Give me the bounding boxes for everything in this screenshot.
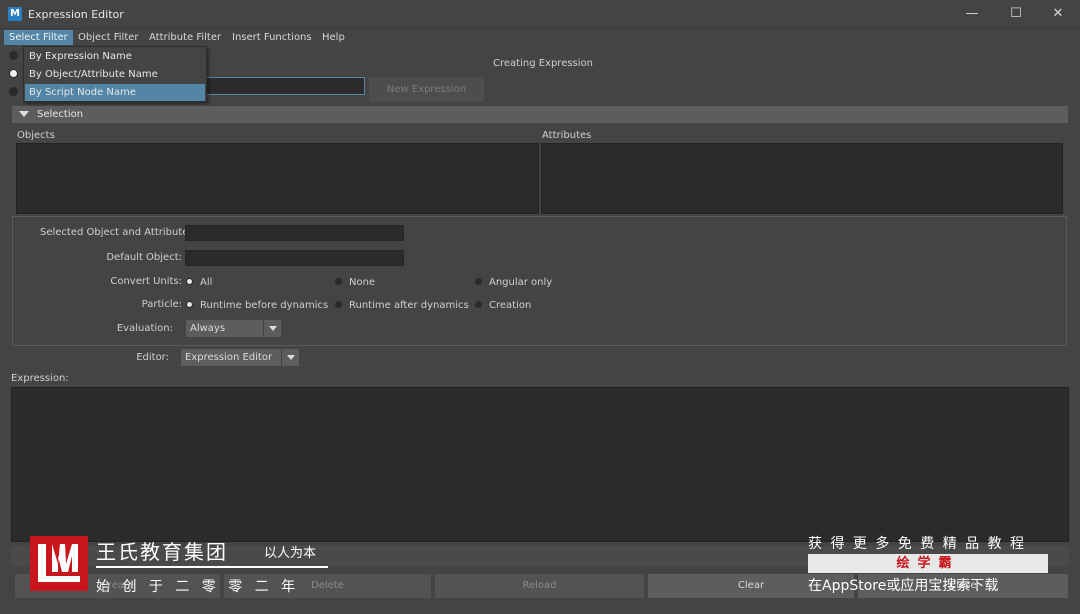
particle-before-dynamics-radio[interactable] <box>186 301 193 308</box>
particle-after-dynamics-label: Runtime after dynamics <box>349 300 469 311</box>
watermark-promo-brand: 绘学霸 <box>808 554 1048 573</box>
menu-attribute-filter[interactable]: Attribute Filter <box>144 30 226 45</box>
chevron-down-icon <box>281 349 299 366</box>
watermark-slogan: 以人为本 <box>264 546 317 561</box>
objects-list[interactable] <box>16 143 539 214</box>
default-object-label: Default Object: <box>106 252 182 263</box>
convert-units-all-label: All <box>200 277 213 288</box>
menu-select-filter[interactable]: Select Filter <box>4 30 73 45</box>
convert-units-none-label: None <box>349 277 376 288</box>
minimize-button[interactable]: — <box>962 6 982 22</box>
evaluation-value: Always <box>190 323 226 334</box>
convert-units-none-radio[interactable] <box>335 278 342 285</box>
particle-after-dynamics-radio[interactable] <box>335 301 342 308</box>
collapse-triangle-icon <box>19 111 29 117</box>
close-window-button[interactable]: ✕ <box>1048 6 1068 22</box>
title-bar: M Expression Editor — ☐ ✕ <box>0 0 1080 29</box>
watermark-divider <box>96 566 328 568</box>
selection-section-label: Selection <box>37 109 84 120</box>
evaluation-label: Evaluation: <box>116 323 173 334</box>
chevron-down-icon <box>263 320 281 337</box>
expression-name-input[interactable] <box>205 77 365 95</box>
expression-label: Expression: <box>11 373 69 384</box>
convert-units-angular-radio[interactable] <box>475 278 482 285</box>
attributes-list[interactable] <box>541 143 1063 214</box>
window-title: Expression Editor <box>28 8 124 21</box>
dropdown-item-by-object-attribute-name[interactable]: By Object/Attribute Name <box>25 66 205 83</box>
attributes-label: Attributes <box>542 130 592 141</box>
watermark-promo-line3: 在AppStore或应用宝搜索下载 <box>808 578 999 594</box>
particle-before-dynamics-label: Runtime before dynamics <box>200 300 329 311</box>
menu-insert-functions[interactable]: Insert Functions <box>227 30 317 45</box>
particle-label: Particle: <box>141 299 182 310</box>
dropdown-item-by-expression-name[interactable]: By Expression Name <box>25 48 205 65</box>
convert-units-angular-label: Angular only <box>489 277 553 288</box>
filter-radio-script-node[interactable] <box>9 87 18 96</box>
particle-creation-radio[interactable] <box>475 301 482 308</box>
editor-dropdown[interactable]: Expression Editor <box>181 349 299 366</box>
wangshi-logo-icon <box>30 536 88 591</box>
menu-help[interactable]: Help <box>317 30 350 45</box>
expression-text-area[interactable] <box>11 387 1069 542</box>
selection-section-header[interactable]: Selection <box>12 106 1068 123</box>
watermark-org-name: 王氏教育集团 <box>96 540 228 564</box>
selected-object-attribute-input[interactable] <box>185 225 404 241</box>
convert-units-label: Convert Units: <box>110 276 182 287</box>
particle-creation-label: Creation <box>489 300 532 311</box>
watermark-founded: 始 创 于 二 零 零 二 年 <box>96 579 300 595</box>
default-object-input[interactable] <box>185 250 404 266</box>
editor-label: Editor: <box>136 352 169 363</box>
new-expression-button[interactable]: New Expression <box>369 77 484 102</box>
evaluation-dropdown[interactable]: Always <box>186 320 281 337</box>
editor-value: Expression Editor <box>185 352 273 363</box>
maya-app-icon: M <box>8 7 22 21</box>
filter-radio-expression-name[interactable] <box>9 51 18 60</box>
menu-bar: Select Filter Object Filter Attribute Fi… <box>0 29 1080 46</box>
menu-object-filter[interactable]: Object Filter <box>73 30 144 45</box>
dropdown-item-by-script-node-name[interactable]: By Script Node Name <box>25 84 205 101</box>
creating-expression-label: Creating Expression <box>493 58 593 69</box>
selected-object-attribute-label: Selected Object and Attribute: <box>40 227 192 238</box>
objects-label: Objects <box>17 130 55 141</box>
maximize-button[interactable]: ☐ <box>1006 6 1026 22</box>
select-filter-dropdown: By Expression Name By Object/Attribute N… <box>23 46 207 102</box>
filter-radio-object-attribute[interactable] <box>9 69 18 78</box>
reload-button[interactable]: Reload <box>435 574 644 598</box>
convert-units-all-radio[interactable] <box>186 278 193 285</box>
watermark-promo-line1: 获 得 更 多 免 费 精 品 教 程 <box>808 536 1027 552</box>
